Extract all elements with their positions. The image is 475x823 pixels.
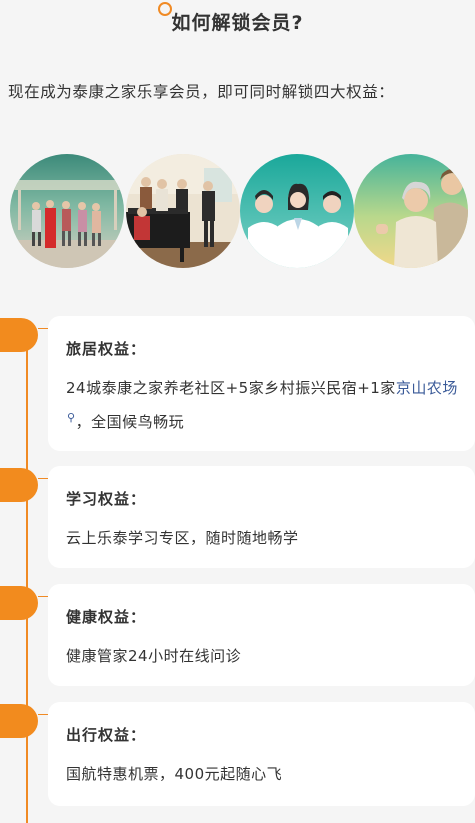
benefit-text-part: ，全国候鸟畅玩	[75, 413, 185, 431]
intro-text: 现在成为泰康之家乐享会员，即可同时解锁四大权益：	[8, 83, 395, 101]
timeline-connector	[38, 714, 48, 715]
benefit-title: 健康权益：	[66, 608, 147, 626]
benefit-title: 学习权益：	[66, 490, 147, 508]
benefit-text-part: 24城泰康之家养老社区+5家乡村振兴民宿+1家	[66, 379, 396, 397]
benefit-card-travel: 旅居权益： 24城泰康之家养老社区+5家乡村振兴民宿+1家京山农场 ⚲，全国候鸟畅…	[48, 316, 475, 451]
benefit-text: 国航特惠机票，400元起随心飞	[66, 765, 283, 783]
benefit-card-learning: 学习权益： 云上乐泰学习专区，随时随地畅学	[48, 466, 475, 568]
timeline-dot	[0, 704, 38, 738]
happy-couple-photo	[354, 154, 468, 268]
timeline-connector	[38, 478, 48, 479]
benefit-text: 云上乐泰学习专区，随时随地畅学	[66, 529, 299, 547]
timeline-dot	[0, 468, 38, 502]
benefit-title: 旅居权益：	[66, 340, 147, 358]
timeline-dot	[0, 318, 38, 352]
piano-choir-photo	[126, 154, 240, 268]
benefit-text: 健康管家24小时在线问诊	[66, 647, 242, 665]
benefit-text: 24城泰康之家养老社区+5家乡村振兴民宿+1家京山农场 ⚲，全国候鸟畅玩	[66, 373, 459, 437]
medical-staff-photo	[240, 154, 354, 268]
photo-row	[10, 154, 470, 272]
benefit-card-health: 健康权益： 健康管家24小时在线问诊	[48, 584, 475, 686]
timeline-dot	[0, 586, 38, 620]
jingshan-farm-link[interactable]: 京山农场	[396, 379, 458, 397]
timeline-line	[26, 330, 28, 823]
page-title: 如何解锁会员?	[171, 12, 304, 34]
search-icon[interactable]: ⚲	[67, 403, 76, 433]
timeline-connector	[38, 328, 48, 329]
benefit-card-travel-flights: 出行权益： 国航特惠机票，400元起随心飞	[48, 702, 475, 806]
dancing-elders-photo	[10, 154, 124, 268]
timeline-connector	[38, 596, 48, 597]
section-header: 如何解锁会员?	[0, 0, 475, 40]
benefit-title: 出行权益：	[66, 726, 147, 744]
